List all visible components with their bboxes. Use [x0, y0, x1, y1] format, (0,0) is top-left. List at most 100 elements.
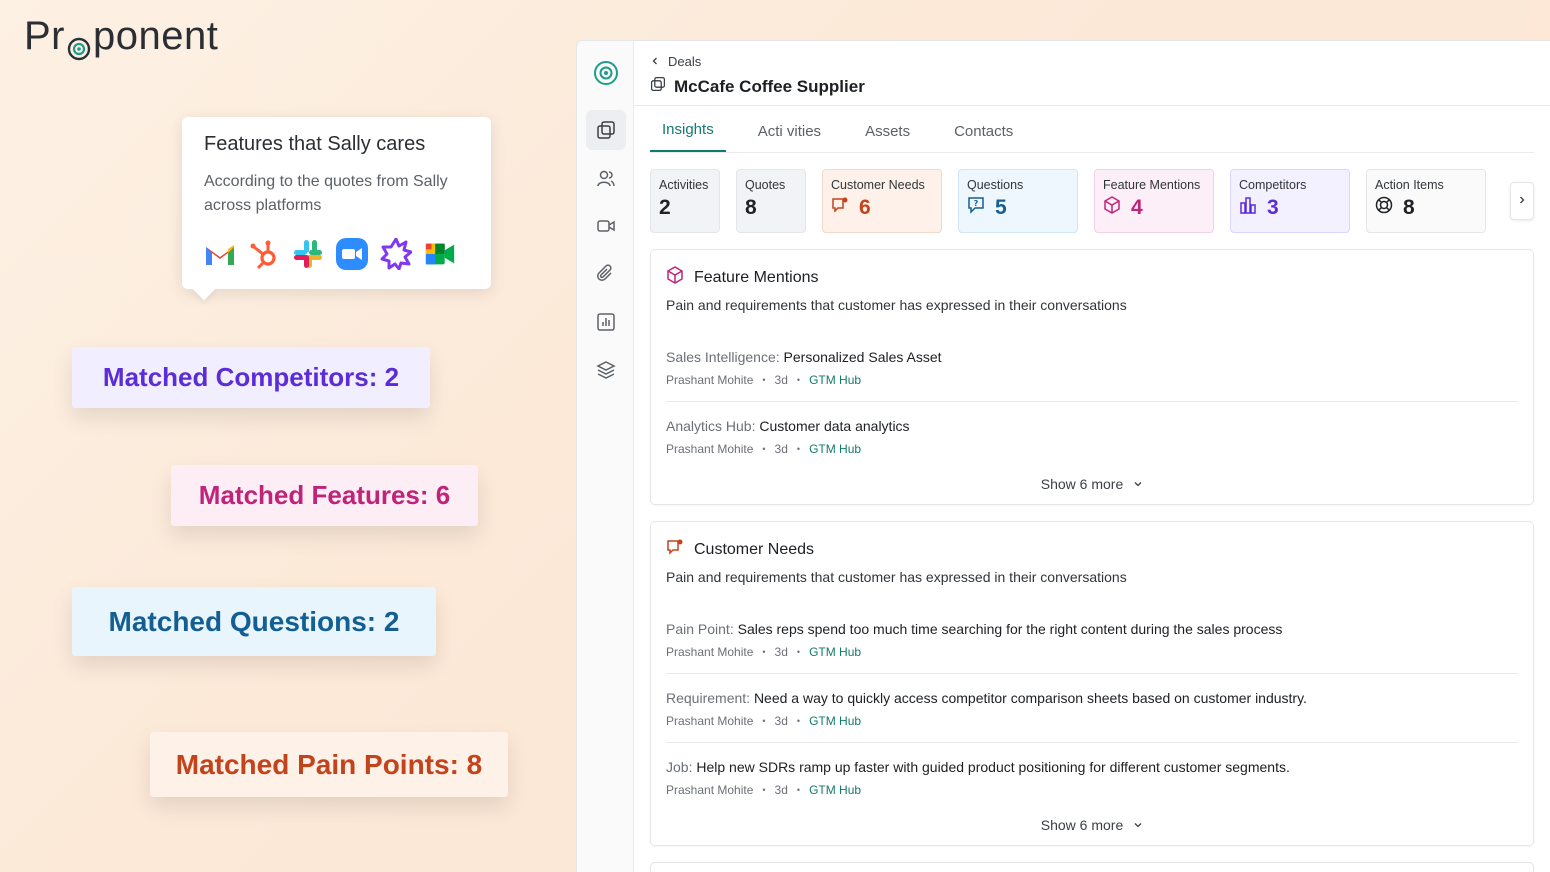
- item-key: Sales Intelligence:: [666, 349, 780, 365]
- stat-feature-mentions[interactable]: Feature Mentions 4: [1094, 169, 1214, 233]
- item-author: Prashant Mohite: [666, 783, 754, 797]
- tooltip-title: Features that Sally cares: [204, 133, 426, 155]
- stat-value: 8: [745, 196, 757, 219]
- cube-icon: [666, 266, 684, 289]
- logo-target-icon: [66, 27, 92, 60]
- item-key: Requirement:: [666, 690, 751, 706]
- contacts-icon[interactable]: [586, 158, 626, 198]
- breadcrumb[interactable]: Deals: [650, 54, 1534, 69]
- card-title: Customer Needs: [694, 540, 815, 558]
- item-time: 3d: [774, 714, 788, 728]
- main-panel: Deals McCafe Coffee Supplier Insights Ac…: [634, 41, 1550, 872]
- show-more-button[interactable]: Show 6 more: [666, 470, 1518, 504]
- item-text: Need a way to quickly access competitor …: [753, 690, 1307, 706]
- zoom-icon: [336, 238, 368, 270]
- stat-questions[interactable]: Questions ? 5: [958, 169, 1078, 233]
- buildings-icon: [1239, 196, 1257, 220]
- app-window: Deals McCafe Coffee Supplier Insights Ac…: [576, 40, 1550, 872]
- stat-label: Activities: [659, 178, 709, 192]
- item-source-link[interactable]: GTM Hub: [809, 373, 861, 387]
- stat-label: Questions: [967, 178, 1024, 192]
- stat-customer-needs[interactable]: Customer Needs 6: [822, 169, 942, 233]
- list-item[interactable]: Sales Intelligence: Personalized Sales A…: [666, 331, 1518, 401]
- item-author: Prashant Mohite: [666, 645, 754, 659]
- item-source-link[interactable]: GTM Hub: [809, 442, 861, 456]
- show-more-label: Show 6 more: [1040, 476, 1124, 492]
- list-item[interactable]: Job: Help new SDRs ramp up faster with g…: [666, 742, 1518, 811]
- matched-pain-points-badge: Matched Pain Points: 8: [150, 732, 508, 797]
- show-more-label: Show 6 more: [1040, 817, 1124, 833]
- stat-label: Customer Needs: [831, 178, 925, 192]
- slack-icon: [292, 238, 324, 270]
- attachment-icon[interactable]: [586, 254, 626, 294]
- stat-competitors[interactable]: Competitors 3: [1230, 169, 1350, 233]
- tab-contacts[interactable]: Contacts: [942, 123, 1025, 152]
- breadcrumb-deals[interactable]: Deals: [668, 54, 701, 69]
- deal-title: McCafe Coffee Supplier: [674, 76, 865, 96]
- page-title: McCafe Coffee Supplier: [650, 76, 1534, 97]
- item-source-link[interactable]: GTM Hub: [809, 714, 861, 728]
- svg-text:?: ?: [974, 199, 979, 208]
- item-time: 3d: [774, 373, 788, 387]
- stat-action-items[interactable]: Action Items 8: [1366, 169, 1486, 233]
- tab-bar: Insights Acti vities Assets Contacts: [650, 106, 1534, 153]
- stat-label: Action Items: [1375, 178, 1444, 192]
- item-time: 3d: [774, 442, 788, 456]
- item-source-link[interactable]: GTM Hub: [809, 645, 861, 659]
- stat-quotes[interactable]: Quotes 8: [736, 169, 806, 233]
- item-time: 3d: [774, 783, 788, 797]
- app-logo-icon[interactable]: [586, 53, 626, 93]
- logo-text-end: ponent: [93, 14, 219, 58]
- matched-questions-badge: Matched Questions: 2: [72, 587, 436, 656]
- platform-icons: [204, 238, 469, 270]
- stat-value: 6: [859, 196, 871, 219]
- stat-activities[interactable]: Activities 2: [650, 169, 720, 233]
- stats-row: Activities 2 Quotes 8 Customer Needs 6 Q…: [650, 169, 1534, 233]
- page-header: Deals McCafe Coffee Supplier: [634, 41, 1550, 106]
- needs-chat-icon: [831, 196, 849, 220]
- stat-value: 5: [995, 196, 1007, 219]
- list-item[interactable]: Analytics Hub: Customer data analytics P…: [666, 401, 1518, 470]
- customer-needs-card: Customer Needs Pain and requirements tha…: [650, 521, 1534, 846]
- stat-value: 8: [1403, 196, 1415, 219]
- stat-value: 4: [1131, 196, 1143, 219]
- chevron-down-icon: [1133, 476, 1143, 492]
- side-rail: [577, 41, 634, 872]
- item-author: Prashant Mohite: [666, 373, 754, 387]
- stats-next-button[interactable]: [1510, 182, 1534, 220]
- item-author: Prashant Mohite: [666, 442, 754, 456]
- stat-label: Feature Mentions: [1103, 178, 1201, 192]
- stat-value: 3: [1267, 196, 1279, 219]
- item-key: Job:: [666, 759, 693, 775]
- card-title: Feature Mentions: [694, 268, 819, 286]
- proponent-logo: Pr ponent: [24, 14, 219, 60]
- tab-assets[interactable]: Assets: [853, 123, 922, 152]
- item-text: Sales reps spend too much time searching…: [737, 621, 1283, 637]
- tooltip-subtitle: According to the quotes from Sally acros…: [204, 173, 448, 214]
- google-meet-icon: [424, 238, 456, 270]
- hubspot-icon: [248, 238, 280, 270]
- item-time: 3d: [774, 645, 788, 659]
- layers-icon[interactable]: [586, 350, 626, 390]
- matched-features-badge: Matched Features: 6: [171, 465, 478, 526]
- analytics-icon[interactable]: [586, 302, 626, 342]
- chevron-right-icon: [1517, 192, 1527, 210]
- tab-insights[interactable]: Insights: [650, 121, 726, 152]
- lifebuoy-icon: [1375, 196, 1393, 220]
- next-card-partial: [650, 862, 1534, 872]
- chevron-down-icon: [1133, 817, 1143, 833]
- deals-icon[interactable]: [586, 110, 626, 150]
- list-item[interactable]: Pain Point: Sales reps spend too much ti…: [666, 603, 1518, 673]
- chevron-left-icon: [650, 54, 660, 69]
- tab-activities[interactable]: Acti vities: [746, 123, 833, 152]
- video-icon[interactable]: [586, 206, 626, 246]
- item-key: Analytics Hub:: [666, 418, 756, 434]
- item-text: Customer data analytics: [759, 418, 910, 434]
- item-source-link[interactable]: GTM Hub: [809, 783, 861, 797]
- list-item[interactable]: Requirement: Need a way to quickly acces…: [666, 673, 1518, 742]
- show-more-button[interactable]: Show 6 more: [666, 811, 1518, 845]
- stat-value: 2: [659, 196, 671, 219]
- item-text: Personalized Sales Asset: [783, 349, 942, 365]
- question-chat-icon: ?: [967, 196, 985, 220]
- card-subtitle: Pain and requirements that customer has …: [666, 297, 1127, 313]
